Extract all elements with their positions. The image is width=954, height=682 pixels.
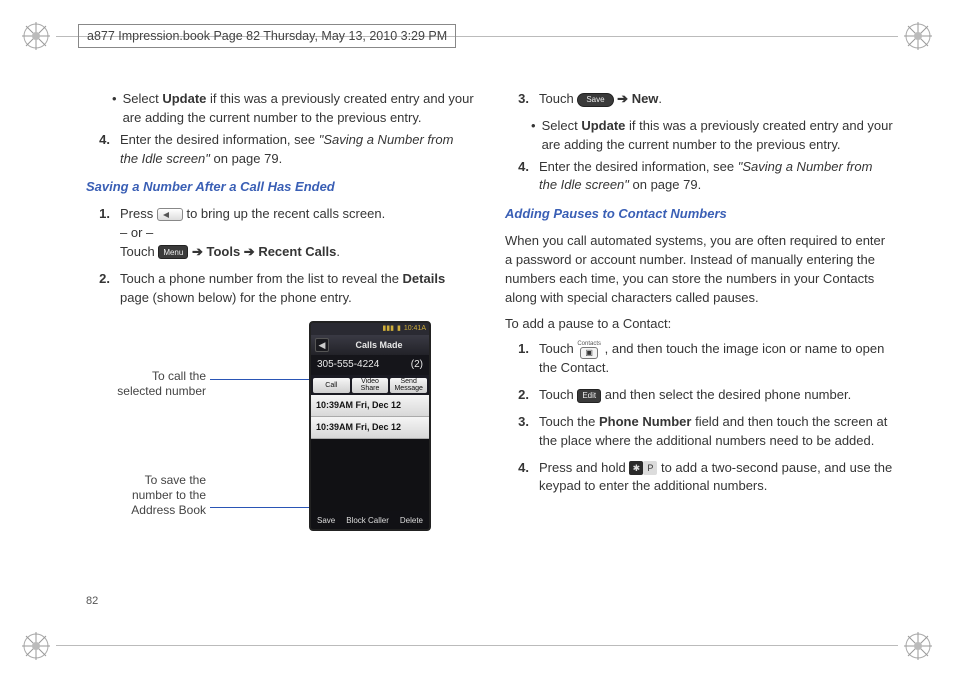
- content: • Select Update if this was a previously…: [86, 90, 894, 592]
- step-item: 1. Touch Contacts ▣ , and then touch the…: [505, 340, 894, 378]
- callout-label: To call the selected number: [86, 369, 206, 399]
- arrow-icon: ➔: [617, 91, 632, 106]
- step-item: 2. Touch Edit and then select the desire…: [505, 386, 894, 405]
- step-number: 3.: [511, 90, 529, 109]
- step-item: 4. Enter the desired information, see "S…: [505, 158, 894, 196]
- callout-label: To save the number to the Address Book: [86, 473, 206, 518]
- phone-button-row: Call Video Share Send Message: [311, 375, 429, 395]
- phone-titlebar: ◀ Calls Made: [311, 335, 429, 355]
- edit-button-icon: Edit: [577, 389, 601, 403]
- phone-blank: [311, 439, 429, 511]
- step-body: Touch the Phone Number field and then to…: [539, 413, 894, 451]
- left-column: • Select Update if this was a previously…: [86, 90, 475, 592]
- contacts-icon: Contacts ▣: [577, 341, 601, 359]
- softkey-delete: Delete: [400, 515, 423, 527]
- lead-text: To add a pause to a Contact:: [505, 315, 894, 334]
- crop-mark-icon: [22, 632, 50, 660]
- bullet-item: • Select Update if this was a previously…: [86, 90, 475, 128]
- menu-icon: Menu: [158, 245, 188, 259]
- step-body: Press and hold ✱P to add a two-second pa…: [539, 459, 894, 497]
- phone-number-row: 305-555-4224 (2): [311, 355, 429, 375]
- phone-number: 305-555-4224: [317, 358, 379, 373]
- step-body: Press to bring up the recent calls scree…: [120, 205, 475, 262]
- page-number: 82: [86, 595, 98, 607]
- arrow-icon: ➔: [192, 244, 207, 259]
- page-root: a877 Impression.book Page 82 Thursday, M…: [0, 0, 954, 682]
- step-body: Enter the desired information, see "Savi…: [539, 158, 894, 196]
- phone-log-entry: 10:39AM Fri, Dec 12: [311, 395, 429, 417]
- phone-figure: To call the selected number To save the …: [86, 321, 475, 541]
- bullet-dot-icon: •: [531, 117, 536, 155]
- send-key-icon: [157, 208, 183, 221]
- section-heading: Saving a Number After a Call Has Ended: [86, 178, 475, 197]
- bullet-item: • Select Update if this was a previously…: [505, 117, 894, 155]
- crop-mark-icon: [22, 22, 50, 50]
- phone-call-button: Call: [313, 378, 350, 393]
- phone-statusbar: ▮▮▮ ▮ 10:41A: [311, 323, 429, 335]
- softkey-block: Block Caller: [346, 515, 389, 527]
- crop-header: a877 Impression.book Page 82 Thursday, M…: [78, 24, 456, 48]
- step-item: 3. Touch Save ➔ New.: [505, 90, 894, 109]
- phone-log-entry: 10:39AM Fri, Dec 12: [311, 417, 429, 439]
- status-clock: 10:41A: [404, 324, 426, 334]
- phone-video-button: Video Share: [352, 378, 389, 393]
- step-number: 4.: [511, 158, 529, 196]
- phone-send-button: Send Message: [390, 378, 427, 393]
- crop-mark-icon: [904, 632, 932, 660]
- arrow-icon: ➔: [244, 244, 259, 259]
- step-item: 3. Touch the Phone Number field and then…: [505, 413, 894, 451]
- phone-count: (2): [411, 358, 423, 373]
- p-key-icon: P: [643, 461, 657, 475]
- step-number: 4.: [92, 131, 110, 169]
- step-body: Enter the desired information, see "Savi…: [120, 131, 475, 169]
- step-item: 1. Press to bring up the recent calls sc…: [86, 205, 475, 262]
- battery-icon: ▮: [397, 324, 401, 334]
- bullet-text: Select Update if this was a previously c…: [542, 117, 894, 155]
- crop-mark-icon: [904, 22, 932, 50]
- crop-rule: [56, 645, 898, 646]
- step-body: Touch Contacts ▣ , and then touch the im…: [539, 340, 894, 378]
- phone-softbar: Save Block Caller Delete: [311, 511, 429, 529]
- step-item: 4. Enter the desired information, see "S…: [86, 131, 475, 169]
- step-item: 4. Press and hold ✱P to add a two-second…: [505, 459, 894, 497]
- step-item: 2. Touch a phone number from the list to…: [86, 270, 475, 308]
- crop-header-text: a877 Impression.book Page 82 Thursday, M…: [87, 29, 447, 43]
- phone-title: Calls Made: [333, 339, 425, 352]
- phone-mock: ▮▮▮ ▮ 10:41A ◀ Calls Made 305-555-4224 (…: [309, 321, 431, 531]
- step-number: 2.: [511, 386, 529, 405]
- step-number: 3.: [511, 413, 529, 451]
- paragraph: When you call automated systems, you are…: [505, 232, 894, 307]
- back-icon: ◀: [315, 338, 329, 352]
- step-number: 1.: [92, 205, 110, 262]
- bullet-dot-icon: •: [112, 90, 117, 128]
- signal-icon: ▮▮▮: [382, 324, 394, 334]
- step-body: Touch a phone number from the list to re…: [120, 270, 475, 308]
- step-body: Touch Edit and then select the desired p…: [539, 386, 894, 405]
- step-number: 4.: [511, 459, 529, 497]
- step-number: 2.: [92, 270, 110, 308]
- softkey-save: Save: [317, 515, 335, 527]
- star-key-icon: ✱: [629, 461, 643, 475]
- section-heading: Adding Pauses to Contact Numbers: [505, 205, 894, 224]
- callout-line: [210, 507, 316, 508]
- save-button-icon: Save: [577, 93, 613, 107]
- step-body: Touch Save ➔ New.: [539, 90, 894, 109]
- right-column: 3. Touch Save ➔ New. • Select Update if …: [505, 90, 894, 592]
- step-number: 1.: [511, 340, 529, 378]
- bullet-text: Select Update if this was a previously c…: [123, 90, 475, 128]
